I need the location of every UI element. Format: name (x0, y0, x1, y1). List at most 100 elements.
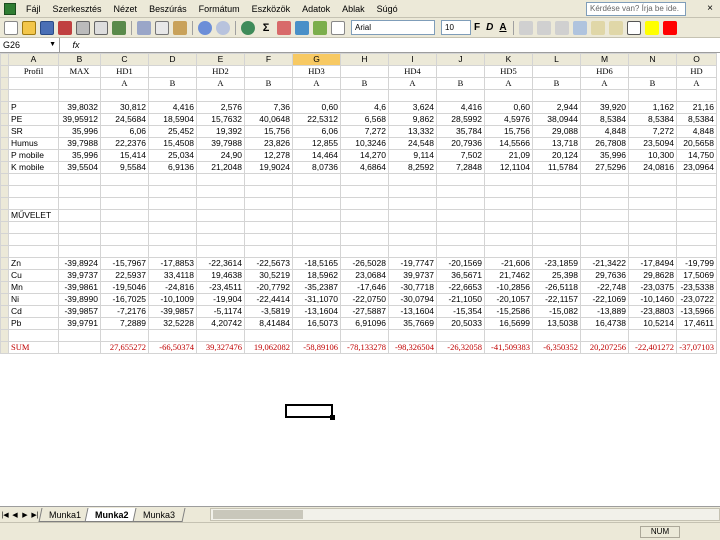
cell-H1[interactable] (340, 65, 389, 78)
cell-C23[interactable] (100, 329, 149, 342)
horizontal-scrollbar[interactable] (209, 508, 720, 521)
cell-E19[interactable]: -23,4511 (196, 281, 245, 294)
first-sheet-icon[interactable]: |◀ (0, 511, 10, 519)
cell-I15[interactable] (388, 233, 437, 246)
cell-I14[interactable] (388, 221, 437, 234)
cell-F3[interactable] (244, 89, 293, 102)
cell-C14[interactable] (100, 221, 149, 234)
cell-J13[interactable] (436, 209, 485, 222)
column-header-E[interactable]: E (196, 53, 245, 66)
cell-I13[interactable] (388, 209, 437, 222)
cell-L9[interactable]: 11,5784 (532, 161, 581, 174)
cell-O3[interactable] (676, 89, 717, 102)
row-header[interactable] (0, 65, 9, 78)
cell-A16[interactable] (8, 245, 59, 258)
cell-N1[interactable] (628, 65, 677, 78)
cell-F15[interactable] (244, 233, 293, 246)
cell-M20[interactable]: -22,1069 (580, 293, 629, 306)
cell-G6[interactable]: 6,06 (292, 125, 341, 138)
cell-N14[interactable] (628, 221, 677, 234)
cell-D17[interactable]: -17,8853 (148, 257, 197, 270)
cell-H15[interactable] (340, 233, 389, 246)
cell-E3[interactable] (196, 89, 245, 102)
open-icon[interactable] (22, 20, 36, 35)
cell-M6[interactable]: 4,848 (580, 125, 629, 138)
cell-L24[interactable]: -6,350352 (532, 341, 581, 354)
cell-H22[interactable]: 6,91096 (340, 317, 389, 330)
cell-E24[interactable]: 39,327476 (196, 341, 245, 354)
cell-D20[interactable]: -10,1009 (148, 293, 197, 306)
cell-K15[interactable] (484, 233, 533, 246)
cell-M12[interactable] (580, 197, 629, 210)
menu-format[interactable]: Formátum (193, 4, 246, 14)
cell-A3[interactable] (8, 89, 59, 102)
cell-L14[interactable] (532, 221, 581, 234)
cell-C20[interactable]: -16,7025 (100, 293, 149, 306)
cell-H3[interactable] (340, 89, 389, 102)
cell-O11[interactable] (676, 185, 717, 198)
fill-color-icon[interactable] (644, 20, 659, 35)
cell-J19[interactable]: -22,6653 (436, 281, 485, 294)
cell-H7[interactable]: 10,3246 (340, 137, 389, 150)
cell-G5[interactable]: 22,5312 (292, 113, 341, 126)
cell-N5[interactable]: 8,5384 (628, 113, 677, 126)
cell-G14[interactable] (292, 221, 341, 234)
row-header[interactable] (0, 305, 9, 318)
cell-A19[interactable]: Mn (8, 281, 59, 294)
cell-C16[interactable] (100, 245, 149, 258)
align-left-icon[interactable] (518, 20, 533, 35)
cell-I19[interactable]: -30,7718 (388, 281, 437, 294)
cell-A14[interactable] (8, 221, 59, 234)
cell-M17[interactable]: -21,3422 (580, 257, 629, 270)
cell-K5[interactable]: 4,5976 (484, 113, 533, 126)
cell-O15[interactable] (676, 233, 717, 246)
cell-C24[interactable]: 27,655272 (100, 341, 149, 354)
cell-G21[interactable]: -13,1604 (292, 305, 341, 318)
cell-D15[interactable] (148, 233, 197, 246)
cell-C9[interactable]: 9,5584 (100, 161, 149, 174)
cell-L5[interactable]: 38,0944 (532, 113, 581, 126)
cell-D7[interactable]: 15,4508 (148, 137, 197, 150)
cell-D16[interactable] (148, 245, 197, 258)
cell-L8[interactable]: 20,124 (532, 149, 581, 162)
cell-D4[interactable]: 4,416 (148, 101, 197, 114)
cell-K12[interactable] (484, 197, 533, 210)
cell-B8[interactable]: 35,996 (58, 149, 101, 162)
cell-G8[interactable]: 14,464 (292, 149, 341, 162)
cell-H4[interactable]: 4,6 (340, 101, 389, 114)
cell-D23[interactable] (148, 329, 197, 342)
cell-C17[interactable]: -15,7967 (100, 257, 149, 270)
cell-N4[interactable]: 1,162 (628, 101, 677, 114)
cell-I9[interactable]: 8,2592 (388, 161, 437, 174)
cell-J12[interactable] (436, 197, 485, 210)
column-header-L[interactable]: L (532, 53, 581, 66)
cell-A21[interactable]: Cd (8, 305, 59, 318)
cell-C4[interactable]: 30,812 (100, 101, 149, 114)
cell-O7[interactable]: 20,5658 (676, 137, 717, 150)
new-icon[interactable] (4, 20, 18, 35)
cell-J4[interactable]: 4,416 (436, 101, 485, 114)
cell-F6[interactable]: 15,756 (244, 125, 293, 138)
sheet-tab-munka3[interactable]: Munka3 (132, 507, 186, 522)
cell-J20[interactable]: -21,1050 (436, 293, 485, 306)
cell-K24[interactable]: -41,509383 (484, 341, 533, 354)
permission-icon[interactable] (58, 20, 72, 35)
menu-tools[interactable]: Eszközök (246, 4, 297, 14)
cell-I12[interactable] (388, 197, 437, 210)
cell-F12[interactable] (244, 197, 293, 210)
cell-M16[interactable] (580, 245, 629, 258)
font-name-select[interactable]: Arial (351, 20, 435, 35)
cell-H13[interactable] (340, 209, 389, 222)
cell-G1[interactable]: HD3 (292, 65, 341, 78)
cell-D13[interactable] (148, 209, 197, 222)
cell-L12[interactable] (532, 197, 581, 210)
cell-D5[interactable]: 18,5904 (148, 113, 197, 126)
cell-J2[interactable]: B (436, 77, 485, 90)
sort-asc-icon[interactable] (277, 20, 291, 35)
cell-F11[interactable] (244, 185, 293, 198)
cell-E5[interactable]: 15,7632 (196, 113, 245, 126)
cell-E14[interactable] (196, 221, 245, 234)
cell-B21[interactable]: -39,9857 (58, 305, 101, 318)
cell-I3[interactable] (388, 89, 437, 102)
column-header-I[interactable]: I (388, 53, 437, 66)
